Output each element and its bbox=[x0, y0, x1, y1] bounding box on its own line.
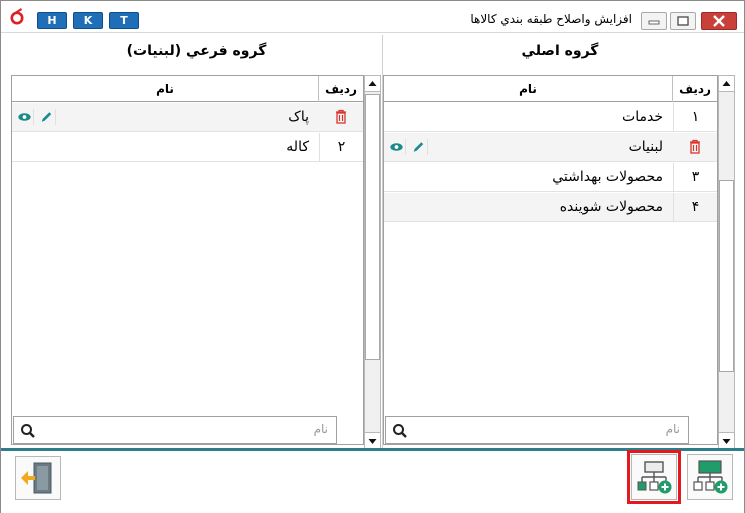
table-header: نام رديف bbox=[384, 76, 717, 102]
search-icon[interactable] bbox=[392, 423, 408, 439]
minimize-button[interactable] bbox=[641, 12, 667, 30]
table-row[interactable]: خدمات ١ bbox=[384, 103, 717, 132]
minimize-icon bbox=[648, 20, 660, 25]
sub-group-scrollbar[interactable] bbox=[364, 75, 381, 449]
row-rank: ١ bbox=[673, 103, 717, 132]
search-input[interactable]: نام bbox=[666, 422, 680, 436]
row-rank: ٢ bbox=[319, 133, 363, 162]
footer-toolbar bbox=[1, 450, 744, 513]
table-row[interactable]: لبنيات bbox=[384, 133, 717, 162]
column-header-rank[interactable]: رديف bbox=[319, 76, 363, 102]
exit-door-icon bbox=[21, 462, 52, 494]
app-logo-icon bbox=[10, 8, 24, 25]
row-rank: ۴ bbox=[673, 193, 717, 222]
maximize-button[interactable] bbox=[670, 12, 696, 30]
table-row[interactable]: محصولات شوينده ۴ bbox=[384, 193, 717, 222]
table-header: نام رديف bbox=[12, 76, 363, 102]
shortcut-key-k[interactable]: K bbox=[73, 12, 103, 29]
main-group-scrollbar[interactable] bbox=[718, 75, 735, 449]
table-row[interactable]: كاله ٢ bbox=[12, 133, 363, 162]
maximize-icon bbox=[677, 16, 689, 26]
main-group-search[interactable]: نام bbox=[385, 416, 689, 444]
column-header-name[interactable]: نام bbox=[384, 76, 673, 102]
scroll-thumb[interactable] bbox=[719, 180, 734, 372]
column-header-name[interactable]: نام bbox=[12, 76, 319, 102]
search-input[interactable]: نام bbox=[314, 422, 328, 436]
table-row[interactable]: پاک bbox=[12, 103, 363, 132]
table-row[interactable]: محصولات بهداشتي ٣ bbox=[384, 163, 717, 192]
sub-group-panel: گروه فرعي (لبنيات) نام رديف پاک كاله ٢ ن… bbox=[11, 35, 382, 449]
close-icon bbox=[713, 15, 725, 27]
main-group-panel: گروه اصلي نام رديف خدمات ١ لبنيات محصولا… bbox=[383, 35, 737, 449]
column-header-rank[interactable]: رديف bbox=[673, 76, 717, 102]
add-main-group-icon bbox=[693, 460, 728, 494]
scroll-up-button[interactable] bbox=[719, 76, 734, 92]
main-group-title: گروه اصلي bbox=[521, 43, 599, 59]
close-button[interactable] bbox=[701, 12, 737, 30]
add-sub-group-button[interactable] bbox=[627, 450, 681, 504]
sub-group-title: گروه فرعي (لبنيات) bbox=[126, 43, 267, 59]
scroll-down-button[interactable] bbox=[365, 432, 380, 448]
sub-group-table: نام رديف پاک كاله ٢ bbox=[11, 75, 364, 445]
row-name: كاله bbox=[286, 139, 309, 155]
row-name: پاک bbox=[288, 109, 309, 125]
window-title: افزايش واصلاح طبقه بندي كالاها bbox=[470, 12, 632, 26]
scroll-up-button[interactable] bbox=[365, 76, 380, 92]
shortcut-key-h[interactable]: H bbox=[37, 12, 67, 29]
add-main-group-button[interactable] bbox=[687, 454, 733, 500]
main-window: H K T افزايش واصلاح طبقه بندي كالاها گرو… bbox=[0, 0, 745, 513]
row-rank: ٣ bbox=[673, 163, 717, 192]
shortcut-key-t[interactable]: T bbox=[109, 12, 139, 29]
row-name: محصولات بهداشتي bbox=[552, 169, 663, 185]
main-group-table: نام رديف خدمات ١ لبنيات محصولات بهداشتي … bbox=[383, 75, 718, 445]
arrow-down-icon bbox=[722, 439, 731, 444]
row-name: محصولات شوينده bbox=[559, 199, 663, 215]
scroll-thumb[interactable] bbox=[365, 94, 380, 360]
arrow-up-icon bbox=[368, 81, 377, 86]
arrow-down-icon bbox=[368, 439, 377, 444]
delete-icon[interactable] bbox=[334, 109, 348, 125]
add-sub-group-icon bbox=[637, 461, 672, 494]
edit-icon[interactable] bbox=[410, 139, 428, 155]
edit-icon[interactable] bbox=[38, 109, 56, 125]
search-icon[interactable] bbox=[20, 423, 36, 439]
sub-group-search[interactable]: نام bbox=[13, 416, 337, 444]
scroll-down-button[interactable] bbox=[719, 432, 734, 448]
arrow-up-icon bbox=[722, 81, 731, 86]
delete-icon[interactable] bbox=[688, 139, 702, 155]
title-bar: H K T افزايش واصلاح طبقه بندي كالاها bbox=[1, 1, 744, 33]
row-name: خدمات bbox=[622, 109, 663, 125]
view-icon[interactable] bbox=[16, 109, 34, 125]
view-icon[interactable] bbox=[388, 139, 406, 155]
row-name: لبنيات bbox=[628, 139, 663, 155]
exit-button[interactable] bbox=[15, 456, 61, 500]
